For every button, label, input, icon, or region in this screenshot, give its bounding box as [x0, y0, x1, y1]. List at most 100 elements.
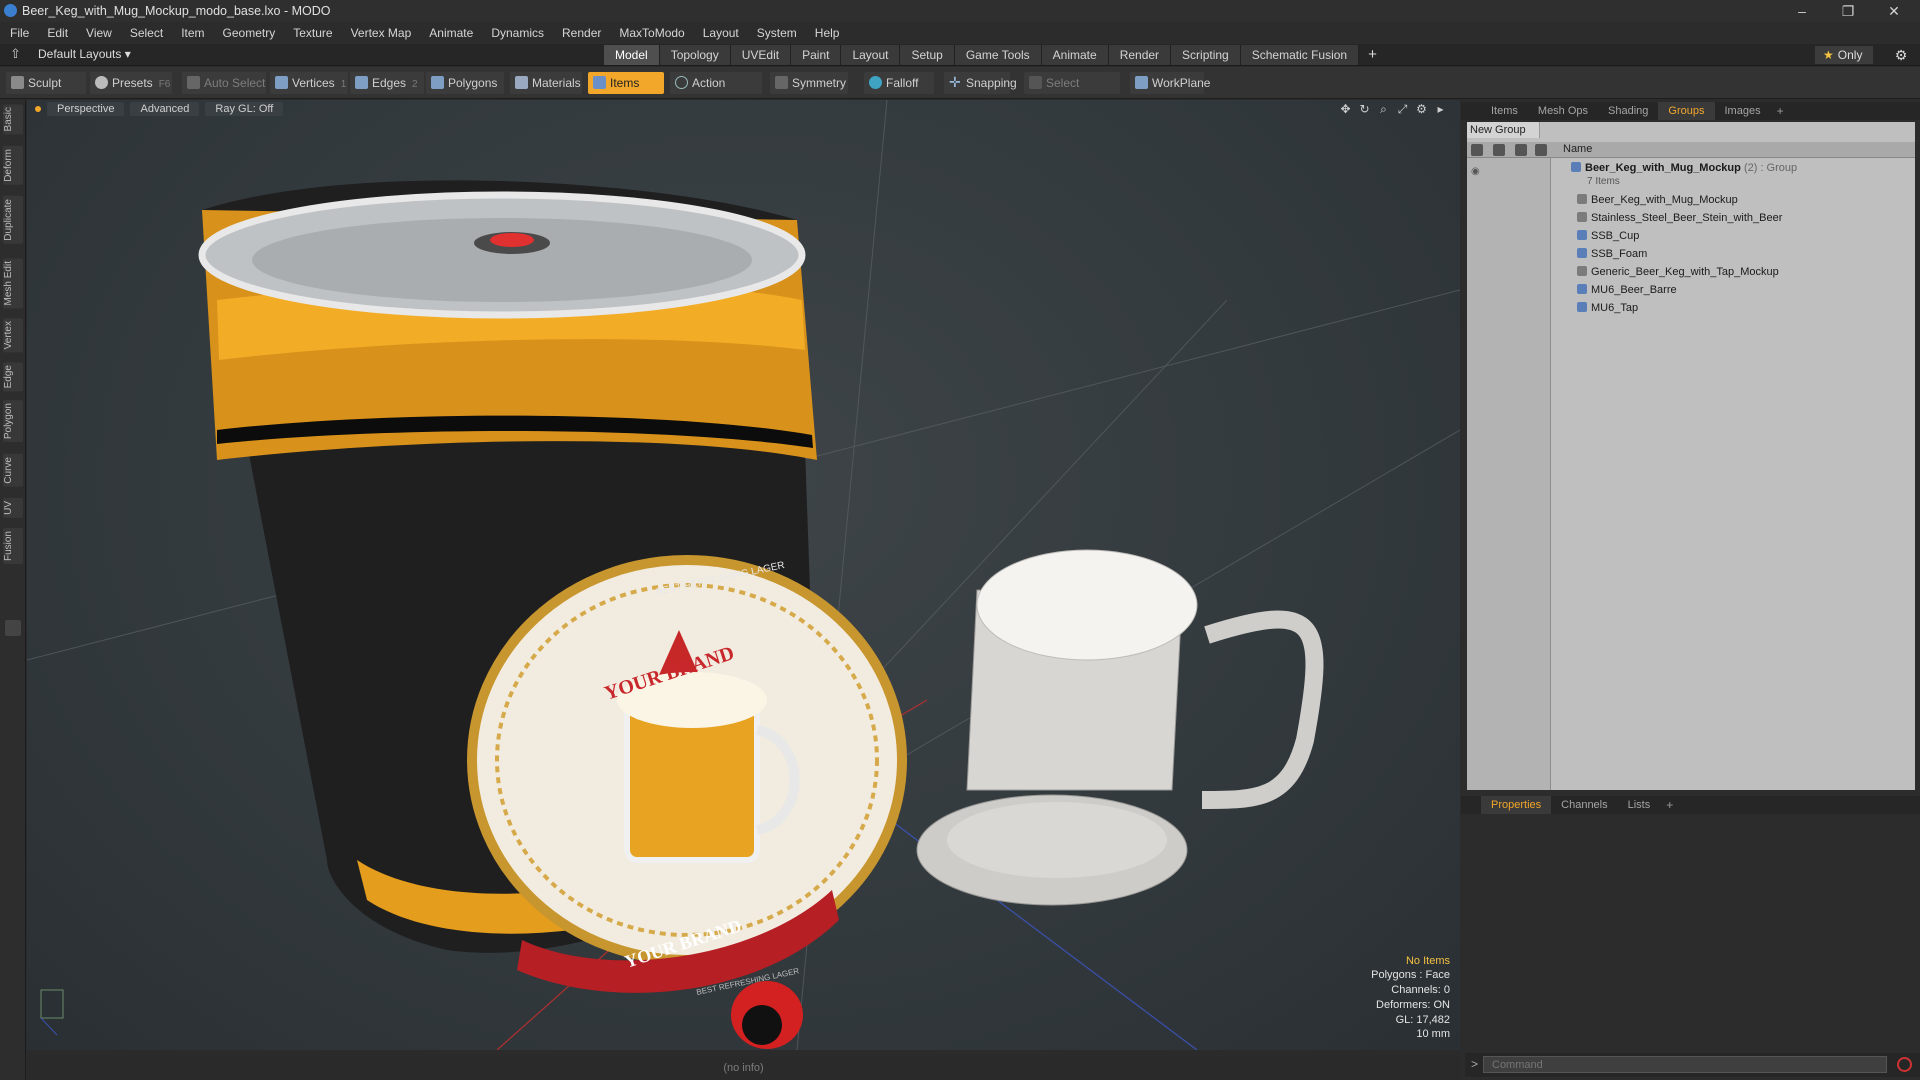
group-child-row[interactable]: SSB_Foam [1577, 248, 1647, 260]
menu-vertex-map[interactable]: Vertex Map [351, 26, 412, 40]
select-column-icon[interactable] [1535, 144, 1547, 156]
menu-layout[interactable]: Layout [703, 26, 739, 40]
menu-maxtomodo[interactable]: MaxToModo [619, 26, 684, 40]
polygons-button[interactable]: Polygons [426, 72, 504, 94]
tab-items[interactable]: Items [1481, 102, 1528, 120]
vtab-vertex[interactable]: Vertex [3, 318, 23, 353]
tab-layout[interactable]: Layout [841, 45, 901, 65]
tab-render[interactable]: Render [1108, 45, 1172, 65]
tab-uvedit[interactable]: UVEdit [730, 45, 792, 65]
tab-channels[interactable]: Channels [1551, 796, 1617, 814]
menu-system[interactable]: System [757, 26, 797, 40]
vtab-duplicate[interactable]: Duplicate [3, 196, 23, 244]
tab-paint[interactable]: Paint [791, 45, 842, 65]
vtab-mesh-edit[interactable]: Mesh Edit [3, 258, 23, 309]
menu-help[interactable]: Help [815, 26, 840, 40]
vtab-polygon[interactable]: Polygon [3, 400, 23, 443]
tab-model[interactable]: Model [604, 45, 660, 65]
only-button[interactable]: ★ Only [1815, 46, 1873, 64]
layout-selector[interactable]: Default Layouts ▾ [38, 47, 131, 61]
vtab-fusion[interactable]: Fusion [3, 528, 23, 565]
tab-lists[interactable]: Lists [1618, 796, 1661, 814]
action-center-button[interactable]: Action Center [670, 72, 762, 112]
falloff-button[interactable]: Falloff [864, 72, 934, 94]
presets-button[interactable]: Presets F6 [90, 72, 172, 94]
new-group-button[interactable]: New Group [1467, 122, 1540, 138]
items-button[interactable]: Items [588, 72, 664, 94]
lock-column-icon[interactable] [1515, 144, 1527, 156]
vtab-edge[interactable]: Edge [3, 362, 23, 392]
vtab-curve[interactable]: Curve [3, 454, 23, 487]
layout-arrow-icon[interactable]: ⇧ [10, 46, 21, 62]
move-view-icon[interactable]: ✥ [1336, 102, 1355, 117]
tab-images[interactable]: Images [1715, 102, 1771, 120]
close-button[interactable]: ✕ [1872, 0, 1916, 22]
render-column-icon[interactable] [1493, 144, 1505, 156]
viewport-expand-icon[interactable]: ▸ [1431, 102, 1450, 117]
tab-schematic-fusion[interactable]: Schematic Fusion [1240, 45, 1360, 65]
group-child-row[interactable]: Stainless_Steel_Beer_Stein_with_Beer [1577, 212, 1782, 224]
menu-view[interactable]: View [86, 26, 112, 40]
vtab-uv[interactable]: UV [3, 498, 23, 518]
layout-bar: ⇧ Default Layouts ▾ Model Topology UVEdi… [0, 44, 1920, 66]
select-through-button[interactable]: Select Through [1024, 72, 1120, 112]
group-child-row[interactable]: SSB_Cup [1577, 230, 1639, 242]
menu-geometry[interactable]: Geometry [223, 26, 276, 40]
group-child-row[interactable]: MU6_Beer_Barre [1577, 284, 1677, 296]
tab-scripting[interactable]: Scripting [1171, 45, 1241, 65]
eye-icon[interactable]: ◉ [1471, 166, 1480, 177]
add-props-tab-button[interactable]: + [1660, 798, 1679, 812]
snapping-button[interactable]: ✛ Snapping [944, 72, 1017, 94]
group-root-row[interactable]: Beer_Keg_with_Mug_Mockup (2) : Group [1571, 162, 1797, 174]
menu-file[interactable]: File [10, 26, 29, 40]
tab-shading[interactable]: Shading [1598, 102, 1658, 120]
menu-animate[interactable]: Animate [429, 26, 473, 40]
menu-texture[interactable]: Texture [293, 26, 332, 40]
vtab-basic[interactable]: Basic [3, 104, 23, 135]
tab-topology[interactable]: Topology [659, 45, 731, 65]
menu-render[interactable]: Render [562, 26, 601, 40]
restore-button[interactable]: ❐ [1826, 0, 1870, 22]
raygl-button[interactable]: Ray GL: Off [205, 102, 284, 116]
tab-groups[interactable]: Groups [1658, 102, 1715, 120]
zoom-view-icon[interactable]: ⌕ [1374, 102, 1393, 117]
tab-properties[interactable]: Properties [1481, 796, 1552, 814]
layout-tabs: Model Topology UVEdit Paint Layout Setup… [604, 45, 1386, 65]
strip-toggle-icon[interactable] [5, 620, 21, 636]
workplane-button[interactable]: WorkPlane [1130, 72, 1210, 94]
stats-grid: 10 mm [1416, 1028, 1450, 1041]
tab-game-tools[interactable]: Game Tools [954, 45, 1042, 65]
shading-mode-button[interactable]: Advanced [130, 102, 200, 116]
add-panel-tab-button[interactable]: + [1771, 104, 1790, 118]
vtab-deform[interactable]: Deform [3, 146, 23, 185]
rotate-view-icon[interactable]: ↻ [1355, 102, 1374, 117]
menu-item[interactable]: Item [181, 26, 204, 40]
minimize-button[interactable]: – [1780, 0, 1824, 22]
menu-select[interactable]: Select [130, 26, 163, 40]
sculpt-button[interactable]: Sculpt [6, 72, 86, 94]
symmetry-label: Symmetry [792, 76, 846, 90]
tab-animate[interactable]: Animate [1041, 45, 1109, 65]
tab-setup[interactable]: Setup [900, 45, 955, 65]
command-input[interactable] [1483, 1056, 1887, 1073]
materials-button[interactable]: Materials [510, 72, 582, 94]
gear-icon[interactable]: ⚙ [1892, 46, 1910, 64]
edges-button[interactable]: Edges 2 [350, 72, 424, 94]
locator-icon [1577, 212, 1587, 222]
tab-mesh-ops[interactable]: Mesh Ops [1528, 102, 1598, 120]
menu-edit[interactable]: Edit [47, 26, 68, 40]
visibility-column-icon[interactable] [1471, 144, 1483, 156]
group-child-row[interactable]: Beer_Keg_with_Mug_Mockup [1577, 194, 1738, 206]
command-record-icon[interactable] [1897, 1057, 1912, 1072]
vertices-button[interactable]: Vertices 1 [270, 72, 348, 94]
symmetry-button[interactable]: Symmetry [770, 72, 848, 94]
view-mode-button[interactable]: Perspective [47, 102, 125, 116]
group-child-row[interactable]: MU6_Tap [1577, 302, 1638, 314]
fit-view-icon[interactable]: ⤢ [1393, 102, 1412, 117]
group-child-row[interactable]: Generic_Beer_Keg_with_Tap_Mockup [1577, 266, 1779, 278]
menu-dynamics[interactable]: Dynamics [491, 26, 544, 40]
auto-select-button[interactable]: Auto Select [182, 72, 266, 94]
add-tab-button[interactable]: + [1359, 45, 1386, 65]
viewport-settings-icon[interactable]: ⚙ [1412, 102, 1431, 117]
3d-viewport[interactable]: BEST REFRESHING LAGER YOUR BRAND YOUR BR… [27, 100, 1460, 1050]
